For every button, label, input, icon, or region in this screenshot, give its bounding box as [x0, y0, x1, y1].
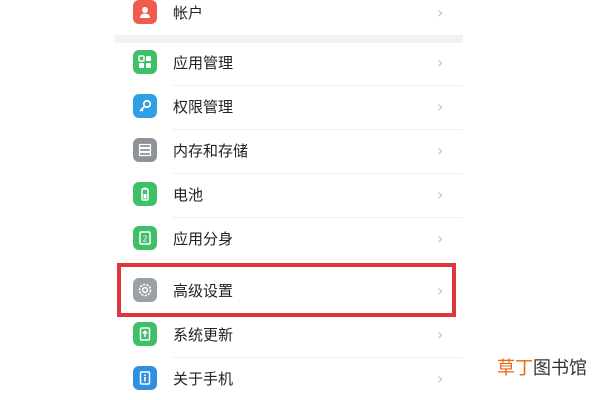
- chevron-right-icon: ›: [437, 2, 444, 22]
- watermark-brand: 草丁: [497, 358, 533, 379]
- settings-item-account[interactable]: 帐户 ›: [115, 0, 463, 34]
- settings-item-battery[interactable]: 电池 ›: [115, 172, 463, 216]
- settings-item-permissions[interactable]: 权限管理 ›: [115, 84, 463, 128]
- settings-item-app-clone[interactable]: 2 应用分身 ›: [115, 216, 463, 260]
- svg-text:2: 2: [142, 235, 147, 244]
- battery-icon: [133, 182, 157, 206]
- settings-item-label: 权限管理: [173, 97, 234, 116]
- settings-item-label: 应用管理: [173, 53, 234, 72]
- settings-item-about-phone[interactable]: 关于手机 ›: [115, 356, 463, 400]
- highlight-box: [117, 263, 456, 317]
- watermark: 草丁图书馆: [497, 354, 587, 380]
- chevron-right-icon: ›: [437, 368, 444, 388]
- chevron-right-icon: ›: [437, 52, 444, 72]
- chevron-right-icon: ›: [437, 184, 444, 204]
- system-update-icon: [133, 322, 157, 346]
- settings-item-system-update[interactable]: 系统更新 ›: [115, 312, 463, 356]
- settings-item-label: 关于手机: [173, 369, 234, 388]
- about-phone-icon: [133, 366, 157, 390]
- chevron-right-icon: ›: [437, 228, 444, 248]
- chevron-right-icon: ›: [437, 140, 444, 160]
- apps-grid-icon: [133, 50, 157, 74]
- chevron-right-icon: ›: [437, 324, 444, 344]
- settings-item-label: 内存和存储: [173, 141, 249, 160]
- watermark-text: 图书馆: [533, 358, 587, 379]
- settings-item-storage[interactable]: 内存和存储 ›: [115, 128, 463, 172]
- account-icon: [133, 0, 157, 24]
- settings-item-label: 电池: [173, 185, 204, 204]
- chevron-right-icon: ›: [437, 96, 444, 116]
- settings-item-label: 应用分身: [173, 229, 234, 248]
- key-icon: [133, 94, 157, 118]
- settings-item-app-management[interactable]: 应用管理 ›: [115, 40, 463, 84]
- settings-item-label: 帐户: [173, 3, 204, 22]
- settings-item-label: 系统更新: [173, 325, 234, 344]
- storage-icon: [133, 138, 157, 162]
- app-clone-icon: 2: [133, 226, 157, 250]
